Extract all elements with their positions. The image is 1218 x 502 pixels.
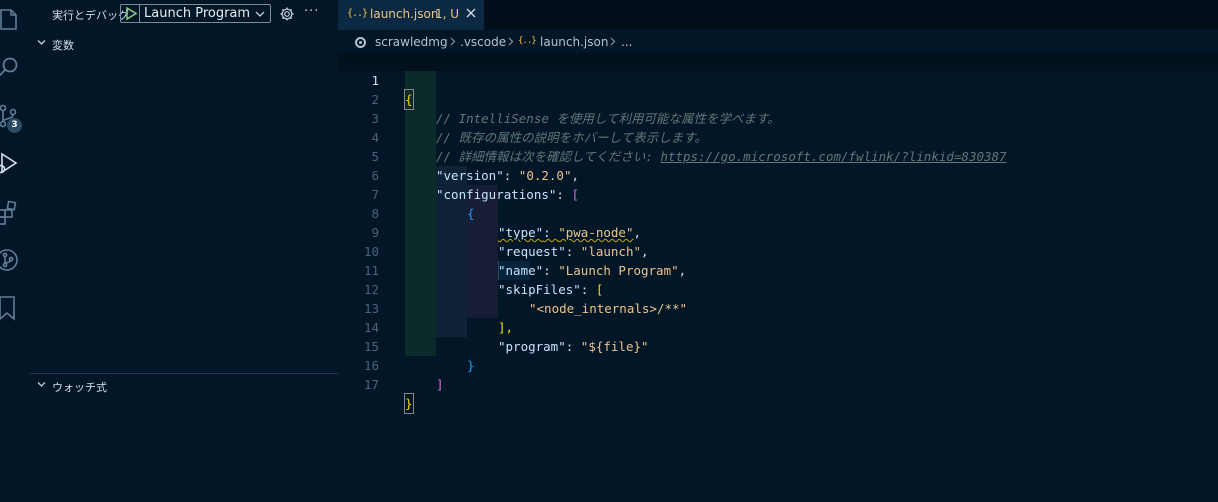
code-line: 2 // IntelliSense を使用して利用可能な属性を学べます。	[338, 71, 1218, 126]
git-graph-icon[interactable]	[0, 245, 22, 275]
json-bracket: }	[404, 393, 414, 414]
watch-section-label: ウォッチ式	[52, 381, 107, 394]
sidebar-title: 実行とデバッグ	[52, 9, 129, 22]
search-icon[interactable]	[0, 53, 22, 83]
breadcrumb-root[interactable]: scrawledmg	[375, 35, 448, 49]
code-line: 13 ],	[338, 280, 1218, 335]
watch-section-header[interactable]: ウォッチ式	[30, 373, 338, 396]
bookmark-icon[interactable]	[0, 293, 22, 323]
run-debug-icon[interactable]	[0, 148, 22, 178]
code-line: 3 // 既存の属性の説明をホバーして表示します。	[338, 90, 1218, 145]
editor-area: {..} launch.json 1, U scrawledmg .vscode…	[338, 0, 1218, 502]
chevron-right-icon	[610, 37, 616, 46]
close-icon[interactable]	[465, 7, 477, 19]
launch-config-label: Launch Program (	[144, 6, 250, 21]
code-line: 9 "request": "launch",	[338, 204, 1218, 259]
select-divider	[139, 5, 140, 22]
code-line: 8 "type": "pwa-node",	[338, 185, 1218, 240]
code-line: 16 ]	[338, 337, 1218, 392]
launch-config-select[interactable]: Launch Program (	[120, 4, 271, 23]
tab-problem-status: 1, U	[435, 7, 460, 21]
source-control-badge: 3	[7, 118, 22, 133]
code-line: 5 "version": "0.2.0",	[338, 128, 1218, 183]
breadcrumb-file[interactable]: launch.json	[540, 35, 608, 49]
variables-section-label: 変数	[52, 39, 74, 52]
editor-tab-bar: {..} launch.json 1, U	[338, 0, 1218, 30]
activity-bar: 3	[0, 0, 30, 502]
chevron-right-icon	[508, 37, 514, 46]
variables-section-header[interactable]: 変数	[30, 32, 338, 54]
code-line: 6 "configurations": [	[338, 147, 1218, 202]
breadcrumb-folder[interactable]: .vscode	[460, 35, 506, 49]
code-line: 7 {	[338, 166, 1218, 221]
json-file-icon: {..}	[347, 8, 368, 19]
more-actions-button[interactable]: ···	[304, 4, 319, 19]
chevron-right-icon	[450, 37, 456, 46]
code-line: 14 "program": "${file}"	[338, 299, 1218, 354]
breadcrumb-tail[interactable]: ...	[621, 35, 632, 49]
code-line: 4 // 詳細情報は次を確認してください: https://go.microso…	[338, 109, 1218, 164]
files-icon[interactable]	[0, 5, 22, 35]
start-debugging-icon[interactable]	[124, 6, 138, 21]
chevron-down-icon[interactable]	[254, 8, 266, 20]
code-line: 12 "<node_internals>/**"	[338, 261, 1218, 316]
code-line: 11 "skipFiles": [	[338, 242, 1218, 297]
json-bracket: ]	[436, 377, 444, 392]
code-line: 10 "name": "Launch Program",	[338, 223, 1218, 278]
json-file-icon: {..}	[518, 36, 537, 46]
chevron-down-icon	[37, 382, 46, 387]
vscode-window: 3 実行とデバッグ Launch Program (··· 変数 ウォッチ式 …	[0, 0, 1218, 502]
root-folder-icon	[355, 37, 366, 48]
line-number: 17	[363, 377, 379, 392]
breadcrumb: scrawledmg .vscode {..} launch.json ...	[338, 32, 1218, 52]
code-line: 15 }	[338, 318, 1218, 373]
code-editor[interactable]: 1 { 2 // IntelliSense を使用して利用可能な属性を学べます。…	[338, 52, 1218, 502]
run-debug-header: 実行とデバッグ Launch Program ( ···	[30, 0, 338, 30]
chevron-down-icon	[37, 40, 46, 45]
tab-label: launch.json	[370, 7, 439, 21]
code-line: 1 {	[338, 52, 1218, 110]
extensions-icon[interactable]	[0, 197, 22, 227]
code-line: 17 }	[338, 356, 1218, 414]
gear-icon[interactable]	[279, 6, 295, 22]
tab-launch-json[interactable]: {..} launch.json 1, U	[338, 0, 484, 30]
run-debug-sidebar: 実行とデバッグ Launch Program ( ··· 変数 ウォッチ式	[30, 0, 338, 502]
